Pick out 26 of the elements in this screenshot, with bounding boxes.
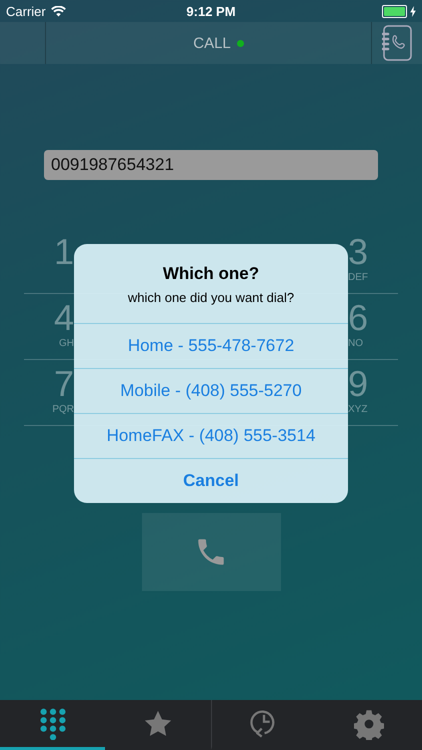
- carrier-name: Carrier: [6, 4, 46, 18]
- phone-option[interactable]: Home - 555-478-7672: [74, 323, 348, 368]
- screen-title: CALL: [193, 34, 231, 52]
- key-letters: GH: [59, 338, 74, 349]
- wifi-icon: [50, 6, 66, 16]
- key-digit[interactable]: 3: [348, 232, 368, 272]
- phone-option[interactable]: HomeFAX - (408) 555-3514: [74, 413, 348, 458]
- key-digit[interactable]: 7: [54, 364, 74, 404]
- battery-icon: [382, 4, 407, 18]
- phone-number-field[interactable]: 0091987654321: [44, 150, 378, 180]
- key-digit[interactable]: 9: [348, 364, 368, 404]
- cancel-button[interactable]: Cancel: [74, 458, 348, 503]
- key-digit[interactable]: 6: [348, 298, 368, 338]
- contacts-book-icon[interactable]: [382, 25, 412, 61]
- keypad-icon: [38, 708, 68, 740]
- key-letters: DEF: [348, 272, 368, 283]
- settings-icon: [354, 708, 384, 740]
- phone-option[interactable]: Mobile - (408) 555-5270: [74, 368, 348, 413]
- status-time: 9:12 PM: [186, 4, 236, 18]
- key-letters: PQR: [52, 404, 74, 415]
- key-letters: NO: [348, 338, 363, 349]
- alert-message: which one did you want dial?: [126, 290, 296, 305]
- key-letters: XYZ: [348, 404, 368, 415]
- key-digit[interactable]: 4: [54, 298, 74, 338]
- key-digit[interactable]: 1: [54, 232, 74, 272]
- alert-title: Which one?: [162, 264, 260, 284]
